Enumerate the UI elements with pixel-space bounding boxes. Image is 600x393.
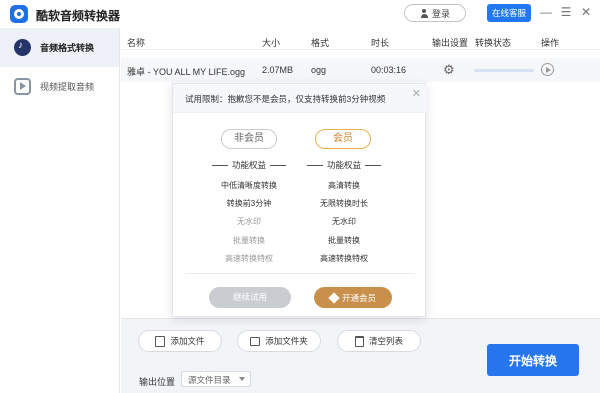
file-name: 雅卓 - YOU ALL MY LIFE.ogg — [127, 67, 246, 77]
add-folder-label: 添加文件夹 — [265, 336, 308, 346]
online-service-button[interactable]: 在线客服 — [487, 4, 531, 22]
open-membership-button[interactable]: 开通会员 — [314, 287, 392, 308]
member-column-heading: 功能权益 — [294, 159, 394, 171]
title-bar: 酷软音频转换器 登录 在线客服 — ☰ ✕ — [0, 0, 600, 28]
login-label: 登录 — [431, 8, 450, 19]
diamond-icon — [328, 291, 340, 304]
membership-dialog: 试用限制：抱歉您不是会员，仅支持转换前3分钟视频 ✕ 非会员 会员 功能权益 功… — [172, 83, 427, 317]
add-folder-button[interactable]: 添加文件夹 — [237, 330, 321, 352]
clear-list-label: 清空列表 — [368, 336, 403, 346]
sidebar: 音频格式转换 视频提取音频 — [0, 28, 120, 393]
nonmember-feature: 中低清晰度转换 — [221, 181, 277, 190]
dialog-header: 试用限制：抱歉您不是会员，仅支持转换前3分钟视频 ✕ — [173, 84, 427, 113]
header-status: 转换状态 — [475, 38, 512, 48]
member-feature: 批量转换 — [328, 236, 360, 245]
divider — [185, 273, 415, 274]
audio-convert-icon — [14, 39, 31, 56]
nonmember-feature: 批量转换 — [233, 236, 265, 245]
continue-trial-button[interactable]: 继续试用 — [209, 287, 291, 308]
header-action: 操作 — [541, 38, 560, 48]
play-icon[interactable] — [541, 63, 554, 76]
app-logo-icon — [10, 5, 28, 23]
start-convert-button[interactable]: 开始转换 — [487, 344, 579, 376]
dialog-title: 试用限制：抱歉您不是会员，仅支持转换前3分钟视频 — [185, 94, 386, 104]
file-size: 2.07MB — [262, 65, 294, 75]
nonmember-feature: 高速转换特权 — [225, 254, 273, 263]
header-duration: 时长 — [371, 38, 390, 48]
bottom-toolbar: 添加文件 添加文件夹 清空列表 开始转换 输出位置 源文件目录 — [121, 318, 600, 393]
member-badge: 会员 — [315, 129, 371, 149]
add-file-icon — [155, 335, 166, 347]
file-duration: 00:03:16 — [371, 65, 407, 75]
file-format: ogg — [311, 65, 327, 75]
table-header: 名称 大小 格式 时长 输出设置 转换状态 操作 — [121, 28, 600, 50]
output-location-value: 源文件目录 — [188, 375, 231, 385]
header-name: 名称 — [127, 38, 146, 48]
close-icon[interactable]: ✕ — [578, 4, 594, 20]
open-membership-label: 开通会员 — [341, 292, 376, 303]
divider — [270, 165, 286, 167]
member-feature: 无水印 — [332, 217, 356, 226]
login-button[interactable]: 登录 — [404, 4, 466, 22]
progress-bar — [474, 69, 534, 72]
trash-icon — [354, 335, 364, 347]
member-feature: 无限转换时长 — [320, 199, 368, 208]
app-title: 酷软音频转换器 — [36, 9, 121, 23]
nonmember-column-heading: 功能权益 — [199, 159, 299, 171]
minimize-icon[interactable]: — — [538, 4, 554, 20]
folder-icon — [250, 336, 261, 346]
output-location-label: 输出位置 — [139, 377, 176, 387]
chevron-down-icon — [239, 377, 245, 381]
header-format: 格式 — [311, 38, 330, 48]
clear-list-button[interactable]: 清空列表 — [337, 330, 421, 352]
output-location-select[interactable]: 源文件目录 — [181, 371, 251, 387]
close-icon[interactable]: ✕ — [412, 87, 421, 100]
member-feature: 高清转换 — [328, 181, 360, 190]
sidebar-item-label: 视频提取音频 — [40, 82, 95, 92]
table-row[interactable]: 雅卓 - YOU ALL MY LIFE.ogg 2.07MB ogg 00:0… — [121, 58, 600, 82]
sidebar-item-video-extract[interactable]: 视频提取音频 — [0, 67, 119, 106]
menu-icon[interactable]: ☰ — [558, 4, 574, 20]
header-output: 输出设置 — [432, 38, 469, 48]
add-file-button[interactable]: 添加文件 — [138, 330, 222, 352]
member-feature: 高速转换特权 — [320, 254, 368, 263]
nonmember-badge: 非会员 — [221, 129, 277, 149]
nonmember-feature: 无水印 — [237, 217, 261, 226]
column-heading-label: 功能权益 — [326, 160, 361, 170]
divider — [211, 165, 228, 167]
column-heading-label: 功能权益 — [231, 160, 266, 170]
divider — [365, 165, 381, 167]
gear-icon[interactable]: ⚙ — [443, 62, 455, 78]
add-file-label: 添加文件 — [170, 336, 205, 346]
video-extract-icon — [14, 78, 31, 95]
sidebar-item-label: 音频格式转换 — [40, 43, 95, 53]
divider — [306, 165, 323, 167]
nonmember-feature: 转换前3分钟 — [226, 199, 272, 208]
sidebar-item-audio-convert[interactable]: 音频格式转换 — [0, 28, 119, 67]
header-size: 大小 — [262, 38, 281, 48]
user-icon — [420, 8, 429, 18]
